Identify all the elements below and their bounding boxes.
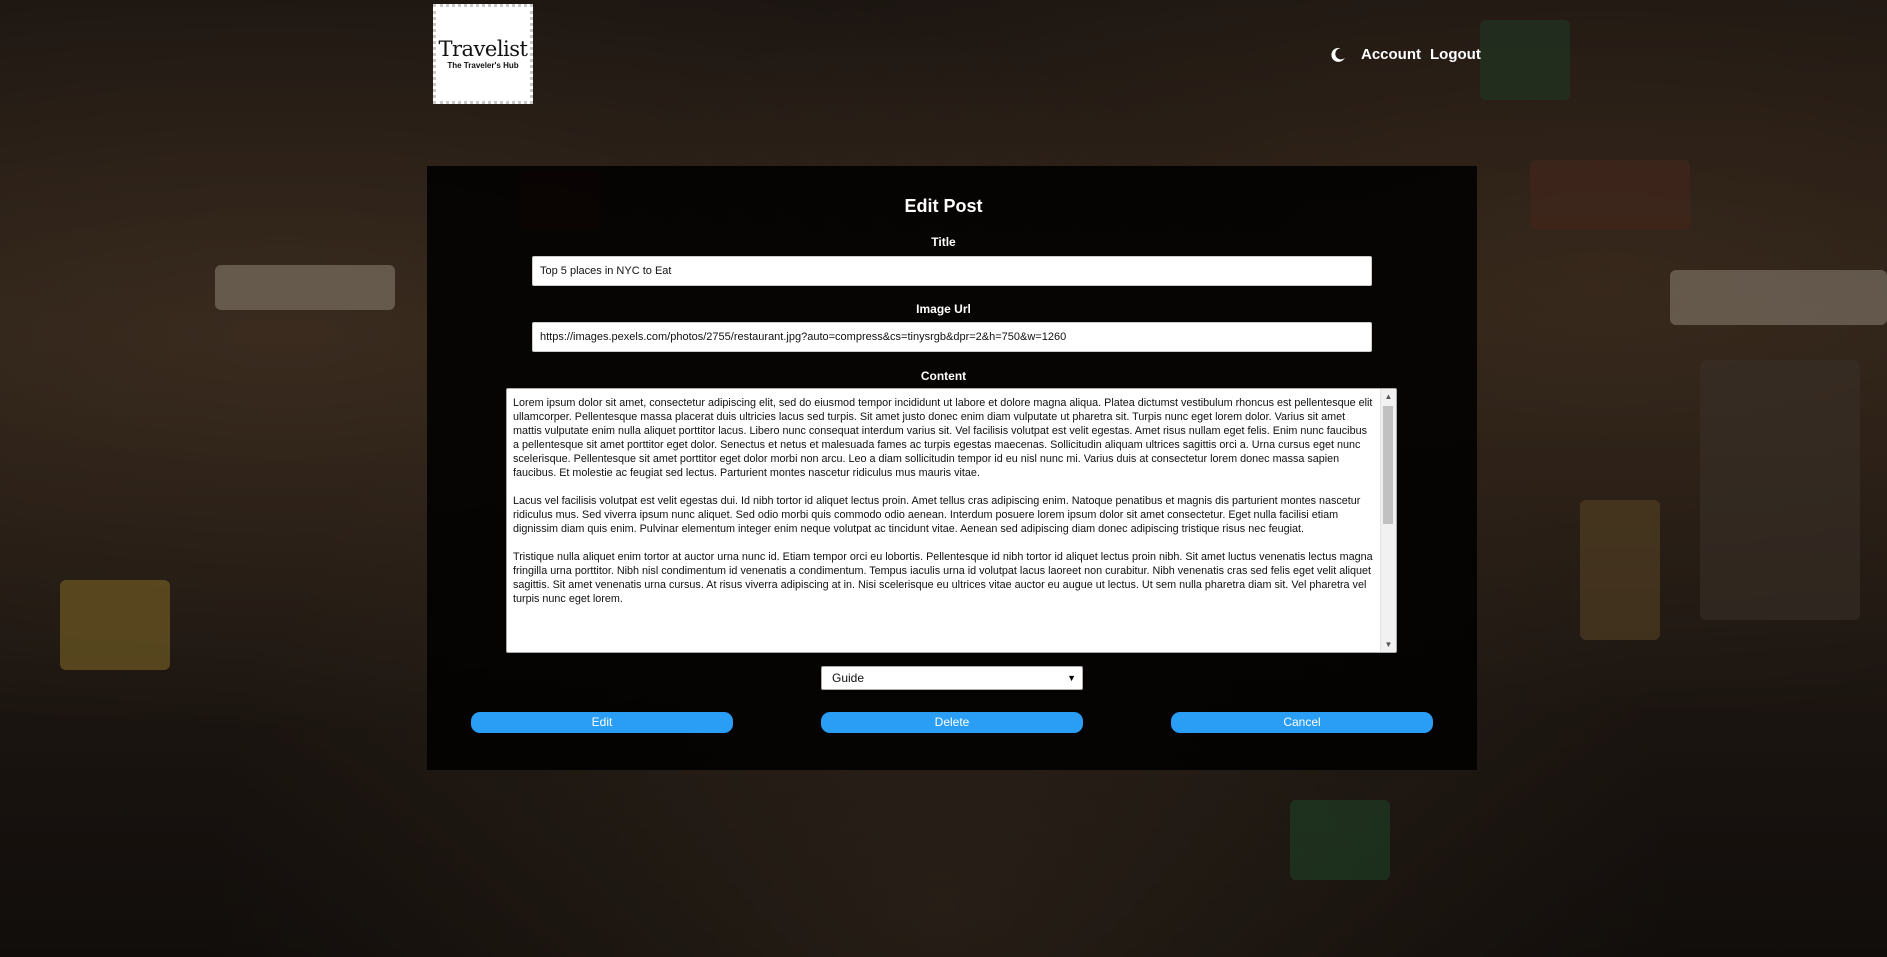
scroll-down-icon[interactable]: ▼ [1381,637,1396,652]
title-label: Title [931,235,956,249]
scroll-up-icon[interactable]: ▲ [1381,389,1396,404]
top-nav: Account Logout [1330,46,1481,63]
image-url-label: Image Url [916,302,971,316]
logout-link[interactable]: Logout [1430,46,1481,63]
cancel-button[interactable]: Cancel [1171,712,1433,733]
edit-button[interactable]: Edit [471,712,733,733]
content-paragraph: Lorem ipsum dolor sit amet, consectetur … [513,397,1373,479]
moon-icon[interactable] [1330,47,1346,63]
delete-button[interactable]: Delete [821,712,1083,733]
content-scrollbar[interactable]: ▲ ▼ [1380,389,1396,652]
page-title: Edit Post [904,196,983,216]
logo[interactable]: Travelist The Traveler's Hub [433,4,533,104]
image-url-input[interactable] [532,322,1372,352]
title-input[interactable] [532,256,1372,286]
account-link[interactable]: Account [1361,46,1421,63]
scrollbar-thumb[interactable] [1383,406,1393,524]
content-paragraph: Lacus vel facilisis volutpat est velit e… [513,495,1361,535]
content-label: Content [920,369,967,383]
content-text: Lorem ipsum dolor sit amet, consectetur … [507,389,1380,652]
logo-brand-name: Travelist [438,37,528,61]
logo-tagline: The Traveler's Hub [447,61,519,70]
content-paragraph: Tristique nulla aliquet enim tortor at a… [513,551,1373,605]
category-selected-value: Guide [832,671,865,685]
category-select[interactable]: Guide ▼ [821,666,1083,690]
content-textarea[interactable]: Lorem ipsum dolor sit amet, consectetur … [506,388,1397,653]
dropdown-caret-icon: ▼ [1067,673,1076,683]
